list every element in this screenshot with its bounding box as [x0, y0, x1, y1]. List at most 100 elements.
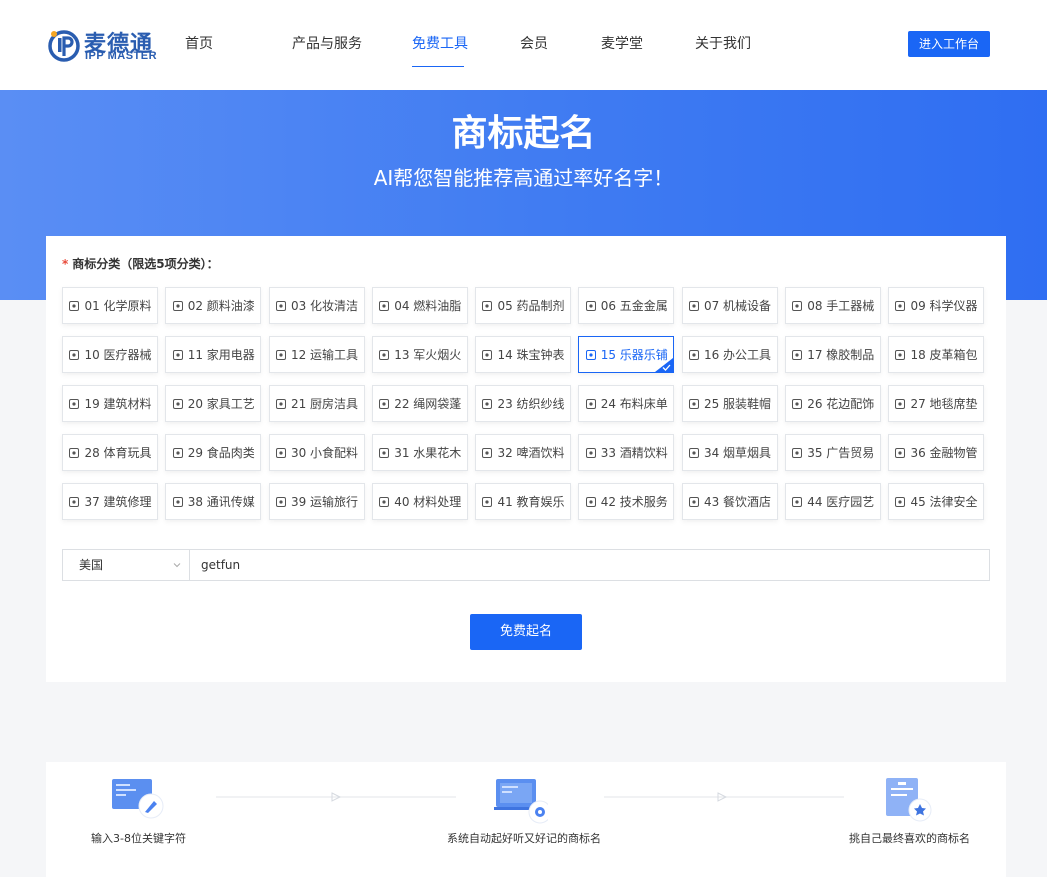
beer-icon: [482, 447, 493, 458]
nav-home[interactable]: 首页: [185, 0, 292, 90]
category-option-label: 33 酒精饮料: [600, 446, 668, 460]
step-arrow-2: [604, 792, 844, 802]
page-subtitle: AI帮您智能推荐高通过率好名字！: [373, 166, 674, 190]
brand-english: IPP MASTER: [85, 50, 158, 62]
category-option-label: 29 食品肉类: [187, 446, 255, 460]
top-header: 麦德通 IPP MASTER 首页 产品与服务 免费工具 会员 麦学堂 关于我们…: [0, 0, 1047, 90]
selected-check-icon: [655, 358, 674, 372]
watch-icon: [482, 349, 493, 360]
medicine-icon: [482, 300, 493, 311]
advert-icon: [792, 447, 803, 458]
category-option[interactable]: 32 啤酒饮料: [475, 434, 571, 471]
category-option[interactable]: 40 材料处理: [371, 483, 468, 520]
category-option[interactable]: 08 手工器械: [784, 287, 881, 324]
category-option[interactable]: 01 化学原料: [62, 287, 158, 324]
keyword-input[interactable]: [191, 550, 989, 580]
category-option[interactable]: 37 建筑修理: [62, 483, 158, 520]
category-option-label: 23 纺织纱线: [497, 397, 565, 411]
category-option-label: 31 水果花木: [394, 446, 462, 460]
category-option[interactable]: 18 皮革箱包: [888, 336, 984, 373]
category-option[interactable]: 03 化妆清洁: [268, 287, 365, 324]
category-option[interactable]: 17 橡胶制品: [784, 336, 881, 373]
category-option[interactable]: 36 金融物管: [888, 434, 984, 471]
category-option[interactable]: 06 五金金属: [578, 287, 675, 324]
category-option[interactable]: 21 厨房洁具: [268, 385, 365, 422]
machine-icon: [688, 300, 699, 311]
category-label: * 商标分类（限选5项分类）：: [62, 255, 219, 272]
category-option[interactable]: 24 布料床单: [578, 385, 675, 422]
law-icon: [895, 496, 906, 507]
category-option[interactable]: 31 水果花木: [371, 434, 468, 471]
nav-products[interactable]: 产品与服务: [292, 0, 412, 90]
category-option[interactable]: 29 食品肉类: [165, 434, 262, 471]
category-option[interactable]: 11 家用电器: [165, 336, 262, 373]
category-option-label: 24 布料床单: [600, 397, 668, 411]
tobacco-icon: [688, 447, 699, 458]
category-option[interactable]: 07 机械设备: [681, 287, 778, 324]
dumbbell-icon: [69, 447, 80, 458]
plant-icon: [379, 447, 390, 458]
country-select[interactable]: 美国: [63, 550, 190, 580]
category-option[interactable]: 43 餐饮酒店: [681, 483, 778, 520]
country-value: 美国: [79, 558, 104, 572]
category-option-label: 10 医疗器械: [84, 348, 152, 362]
workbench-button[interactable]: 进入工作台: [908, 31, 990, 57]
category-option-label: 13 军火烟火: [394, 348, 462, 362]
category-option-label: 18 皮革箱包: [910, 348, 978, 362]
snack-icon: [275, 447, 286, 458]
category-option[interactable]: 41 教育娱乐: [475, 483, 571, 520]
category-option-label: 11 家用电器: [187, 348, 255, 362]
category-option[interactable]: 28 体育玩具: [62, 434, 158, 471]
category-option[interactable]: 45 法律安全: [888, 483, 984, 520]
category-option-label: 39 运输旅行: [290, 495, 359, 509]
category-option-label: 12 运输工具: [290, 348, 359, 362]
firework-icon: [379, 349, 390, 360]
search-row: 美国: [62, 549, 990, 581]
category-option-label: 45 法律安全: [910, 495, 978, 509]
category-option-label: 30 小食配料: [290, 446, 359, 460]
category-option[interactable]: 10 医疗器械: [62, 336, 158, 373]
category-option[interactable]: 23 纺织纱线: [475, 385, 571, 422]
category-option[interactable]: 27 地毯席垫: [888, 385, 984, 422]
garden-icon: [792, 496, 803, 507]
category-option[interactable]: 13 军火烟火: [371, 336, 468, 373]
category-option[interactable]: 15 乐器乐铺: [578, 336, 675, 373]
category-option[interactable]: 16 办公工具: [681, 336, 778, 373]
category-option-label: 02 颜料油漆: [187, 299, 255, 313]
chevron-down-icon: [173, 563, 181, 568]
category-option[interactable]: 12 运输工具: [268, 336, 365, 373]
category-option[interactable]: 22 绳网袋蓬: [371, 385, 468, 422]
category-option[interactable]: 34 烟草烟具: [681, 434, 778, 471]
free-naming-button[interactable]: 免费起名: [470, 614, 582, 650]
category-option[interactable]: 33 酒精饮料: [578, 434, 675, 471]
category-option[interactable]: 35 广告贸易: [784, 434, 881, 471]
category-option[interactable]: 25 服装鞋帽: [681, 385, 778, 422]
category-option[interactable]: 20 家具工艺: [165, 385, 262, 422]
category-option-label: 04 燃料油脂: [394, 299, 462, 313]
category-option[interactable]: 09 科学仪器: [888, 287, 984, 324]
stethoscope-icon: [69, 349, 80, 360]
category-option[interactable]: 30 小食配料: [268, 434, 365, 471]
nav-free-tools[interactable]: 免费工具: [412, 0, 468, 90]
logo[interactable]: 麦德通 IPP MASTER: [46, 26, 158, 66]
clothing-icon: [688, 398, 699, 409]
category-option[interactable]: 19 建筑材料: [62, 385, 158, 422]
category-option[interactable]: 05 药品制剂: [475, 287, 571, 324]
category-option[interactable]: 42 技术服务: [578, 483, 675, 520]
category-option[interactable]: 38 通讯传媒: [165, 483, 262, 520]
category-option[interactable]: 39 运输旅行: [268, 483, 365, 520]
fabric-icon: [585, 398, 596, 409]
nav-about[interactable]: 关于我们: [695, 0, 765, 90]
category-option[interactable]: 44 医疗园艺: [784, 483, 881, 520]
category-option[interactable]: 02 颜料油漆: [165, 287, 262, 324]
category-option-label: 01 化学原料: [84, 299, 152, 313]
flask-icon: [69, 300, 80, 311]
category-option[interactable]: 14 珠宝钟表: [475, 336, 571, 373]
category-option[interactable]: 04 燃料油脂: [371, 287, 468, 324]
nav-membership[interactable]: 会员: [520, 0, 601, 90]
naming-form-card: * 商标分类（限选5项分类）： 01 化学原料 02 颜料油漆 03 化妆清洁 04 燃…: [46, 236, 1006, 682]
nav-academy[interactable]: 麦学堂: [601, 0, 695, 90]
category-option[interactable]: 26 花边配饰: [784, 385, 881, 422]
microscope-icon: [895, 300, 906, 311]
category-option-label: 43 餐饮酒店: [703, 495, 772, 509]
